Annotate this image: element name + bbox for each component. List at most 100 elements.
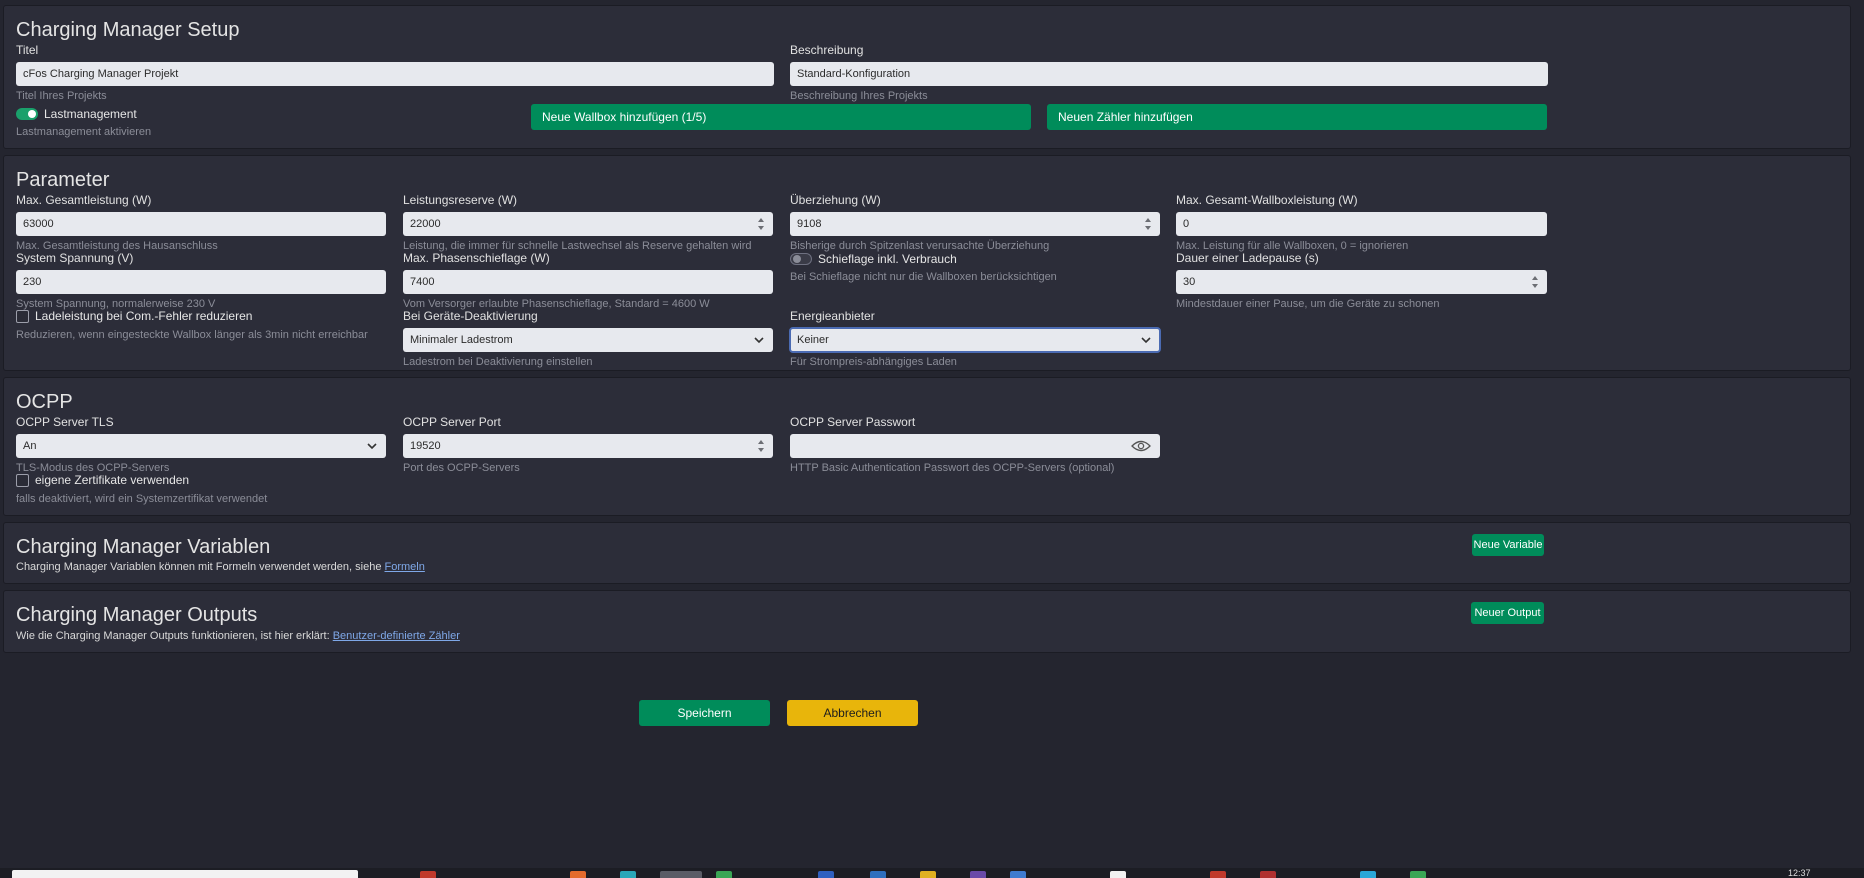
- app-icon[interactable]: [1010, 871, 1026, 878]
- benutzer-zaehler-link[interactable]: Benutzer-definierte Zähler: [333, 630, 460, 642]
- toggle-knob: [793, 255, 801, 263]
- spinner-icon[interactable]: [758, 218, 765, 230]
- select-value: Keiner: [797, 334, 829, 346]
- add-meter-button[interactable]: Neuen Zähler hinzufügen: [1047, 104, 1547, 130]
- zertifikate-help: falls deaktiviert, wird ein Systemzertif…: [16, 493, 268, 505]
- energieanbieter-select[interactable]: Keiner: [789, 327, 1161, 353]
- ocpp-passwort-input[interactable]: [790, 434, 1160, 458]
- beschreibung-label: Beschreibung: [790, 43, 864, 57]
- max-wallboxleistung-label: Max. Gesamt-Wallboxleistung (W): [1176, 193, 1358, 207]
- app-icon[interactable]: [1360, 871, 1376, 878]
- app-icon[interactable]: [920, 871, 936, 878]
- ueberziehung-label: Überziehung (W): [790, 193, 881, 207]
- neuer-output-button[interactable]: Neuer Output: [1471, 602, 1544, 624]
- ocpp-tls-select[interactable]: An: [16, 434, 386, 458]
- ladeleistung-help: Reduzieren, wenn eingesteckte Wallbox lä…: [16, 329, 368, 341]
- ocpp-passwort-help: HTTP Basic Authentication Passwort des O…: [790, 462, 1115, 474]
- setup-panel: Charging Manager Setup Titel cFos Chargi…: [3, 5, 1851, 149]
- lastmanagement-toggle-row[interactable]: Lastmanagement: [16, 107, 137, 121]
- neue-variable-button[interactable]: Neue Variable: [1472, 534, 1544, 556]
- outputs-title: Charging Manager Outputs: [16, 604, 258, 626]
- max-gesamtleistung-label: Max. Gesamtleistung (W): [16, 193, 152, 207]
- leistungsreserve-input[interactable]: 22000: [403, 212, 773, 236]
- ladepause-input[interactable]: 30: [1176, 270, 1547, 294]
- formeln-link[interactable]: Formeln: [385, 561, 425, 573]
- geraete-deaktivierung-field: Bei Geräte-Deaktivierung Minimaler Lades…: [403, 309, 773, 369]
- ladeleistung-check-row[interactable]: Ladeleistung bei Com.-Fehler reduzieren: [16, 309, 252, 323]
- beschreibung-field: Beschreibung Standard-Konfiguration Besc…: [790, 43, 1548, 103]
- app-icon[interactable]: [620, 871, 636, 878]
- parameter-panel: Parameter Max. Gesamtleistung (W) 63000 …: [3, 155, 1851, 371]
- eye-icon[interactable]: [1131, 439, 1151, 453]
- outputs-panel: Charging Manager Outputs Wie die Chargin…: [3, 590, 1851, 653]
- app-icon[interactable]: [1260, 871, 1276, 878]
- energieanbieter-label: Energieanbieter: [790, 309, 875, 323]
- ueberziehung-help: Bisherige durch Spitzenlast verursachte …: [790, 240, 1050, 252]
- app-icon[interactable]: [1110, 871, 1126, 878]
- ocpp-port-input[interactable]: 19520: [403, 434, 773, 458]
- app-icon[interactable]: [1210, 871, 1226, 878]
- phasenschieflage-input[interactable]: 7400: [403, 270, 773, 294]
- select-value: An: [23, 440, 37, 452]
- max-gesamtleistung-field: Max. Gesamtleistung (W) 63000 Max. Gesam…: [16, 193, 386, 253]
- add-wallbox-button[interactable]: Neue Wallbox hinzufügen (1/5): [531, 104, 1031, 130]
- ladeleistung-checkbox[interactable]: [16, 309, 29, 323]
- save-button[interactable]: Speichern: [639, 700, 770, 726]
- leistungsreserve-label: Leistungsreserve (W): [403, 193, 518, 207]
- app-icon[interactable]: [420, 871, 436, 878]
- max-wallboxleistung-input[interactable]: 0: [1176, 212, 1547, 236]
- zertifikate-check-row[interactable]: eigene Zertifikate verwenden: [16, 473, 189, 487]
- outputs-description: Wie die Charging Manager Outputs funktio…: [16, 630, 460, 642]
- ocpp-title: OCPP: [16, 391, 73, 413]
- ueberziehung-input[interactable]: 9108: [790, 212, 1160, 236]
- app-icon[interactable]: [716, 871, 732, 878]
- ladepause-help: Mindestdauer einer Pause, um die Geräte …: [1176, 298, 1440, 310]
- schieflage-toggle-row[interactable]: Schieflage inkl. Verbrauch: [790, 252, 957, 266]
- ocpp-port-label: OCPP Server Port: [403, 415, 501, 429]
- schieflage-toggle[interactable]: [790, 253, 812, 265]
- app-icon[interactable]: [570, 871, 586, 878]
- cancel-button[interactable]: Abbrechen: [787, 700, 918, 726]
- app-icon[interactable]: [870, 871, 886, 878]
- schieflage-help: Bei Schieflage nicht nur die Wallboxen b…: [790, 271, 1057, 283]
- spinner-icon[interactable]: [758, 440, 765, 452]
- setup-title: Charging Manager Setup: [16, 19, 240, 41]
- ocpp-tls-field: OCPP Server TLS An TLS-Modus des OCPP-Se…: [16, 415, 386, 475]
- variablen-description: Charging Manager Variablen können mit Fo…: [16, 561, 425, 573]
- app-icon[interactable]: [660, 871, 702, 878]
- max-wallboxleistung-field: Max. Gesamt-Wallboxleistung (W) 0 Max. L…: [1176, 193, 1547, 253]
- charging-manager-page: Charging Manager Setup Titel cFos Chargi…: [0, 0, 1864, 878]
- titel-help: Titel Ihres Projekts: [16, 90, 107, 102]
- geraete-deaktivierung-label: Bei Geräte-Deaktivierung: [403, 309, 538, 323]
- beschreibung-help: Beschreibung Ihres Projekts: [790, 90, 928, 102]
- ladeleistung-label: Ladeleistung bei Com.-Fehler reduzieren: [35, 309, 253, 323]
- spinner-icon[interactable]: [1532, 276, 1539, 288]
- max-gesamtleistung-input[interactable]: 63000: [16, 212, 386, 236]
- lastmanagement-label: Lastmanagement: [44, 107, 137, 121]
- input-value: 22000: [410, 218, 441, 230]
- ocpp-panel: OCPP OCPP Server TLS An TLS-Modus des OC…: [3, 377, 1851, 516]
- app-icon[interactable]: [1410, 871, 1426, 878]
- beschreibung-input[interactable]: Standard-Konfiguration: [790, 62, 1548, 86]
- variablen-panel: Charging Manager Variablen Charging Mana…: [3, 522, 1851, 584]
- input-value: 30: [1183, 276, 1196, 288]
- geraete-deaktivierung-help: Ladestrom bei Deaktivierung einstellen: [403, 356, 593, 368]
- system-spannung-input[interactable]: 230: [16, 270, 386, 294]
- spinner-icon[interactable]: [1145, 218, 1152, 230]
- chevron-down-icon: [366, 440, 378, 452]
- app-icon[interactable]: [818, 871, 834, 878]
- chevron-down-icon: [753, 334, 765, 346]
- zertifikate-checkbox[interactable]: [16, 473, 29, 487]
- zertifikate-label: eigene Zertifikate verwenden: [35, 473, 190, 487]
- taskbar-search-box[interactable]: [12, 870, 358, 878]
- lastmanagement-toggle[interactable]: [16, 108, 38, 120]
- energieanbieter-help: Für Strompreis-abhängiges Laden: [790, 356, 957, 368]
- titel-input[interactable]: cFos Charging Manager Projekt: [16, 62, 774, 86]
- input-value: 0: [1183, 218, 1190, 230]
- input-value: 7400: [410, 276, 435, 288]
- system-spannung-label: System Spannung (V): [16, 251, 134, 265]
- outputs-text: Wie die Charging Manager Outputs funktio…: [16, 630, 333, 642]
- energieanbieter-field: Energieanbieter Keiner Für Strompreis-ab…: [789, 309, 1161, 369]
- app-icon[interactable]: [970, 871, 986, 878]
- geraete-deaktivierung-select[interactable]: Minimaler Ladestrom: [403, 328, 773, 352]
